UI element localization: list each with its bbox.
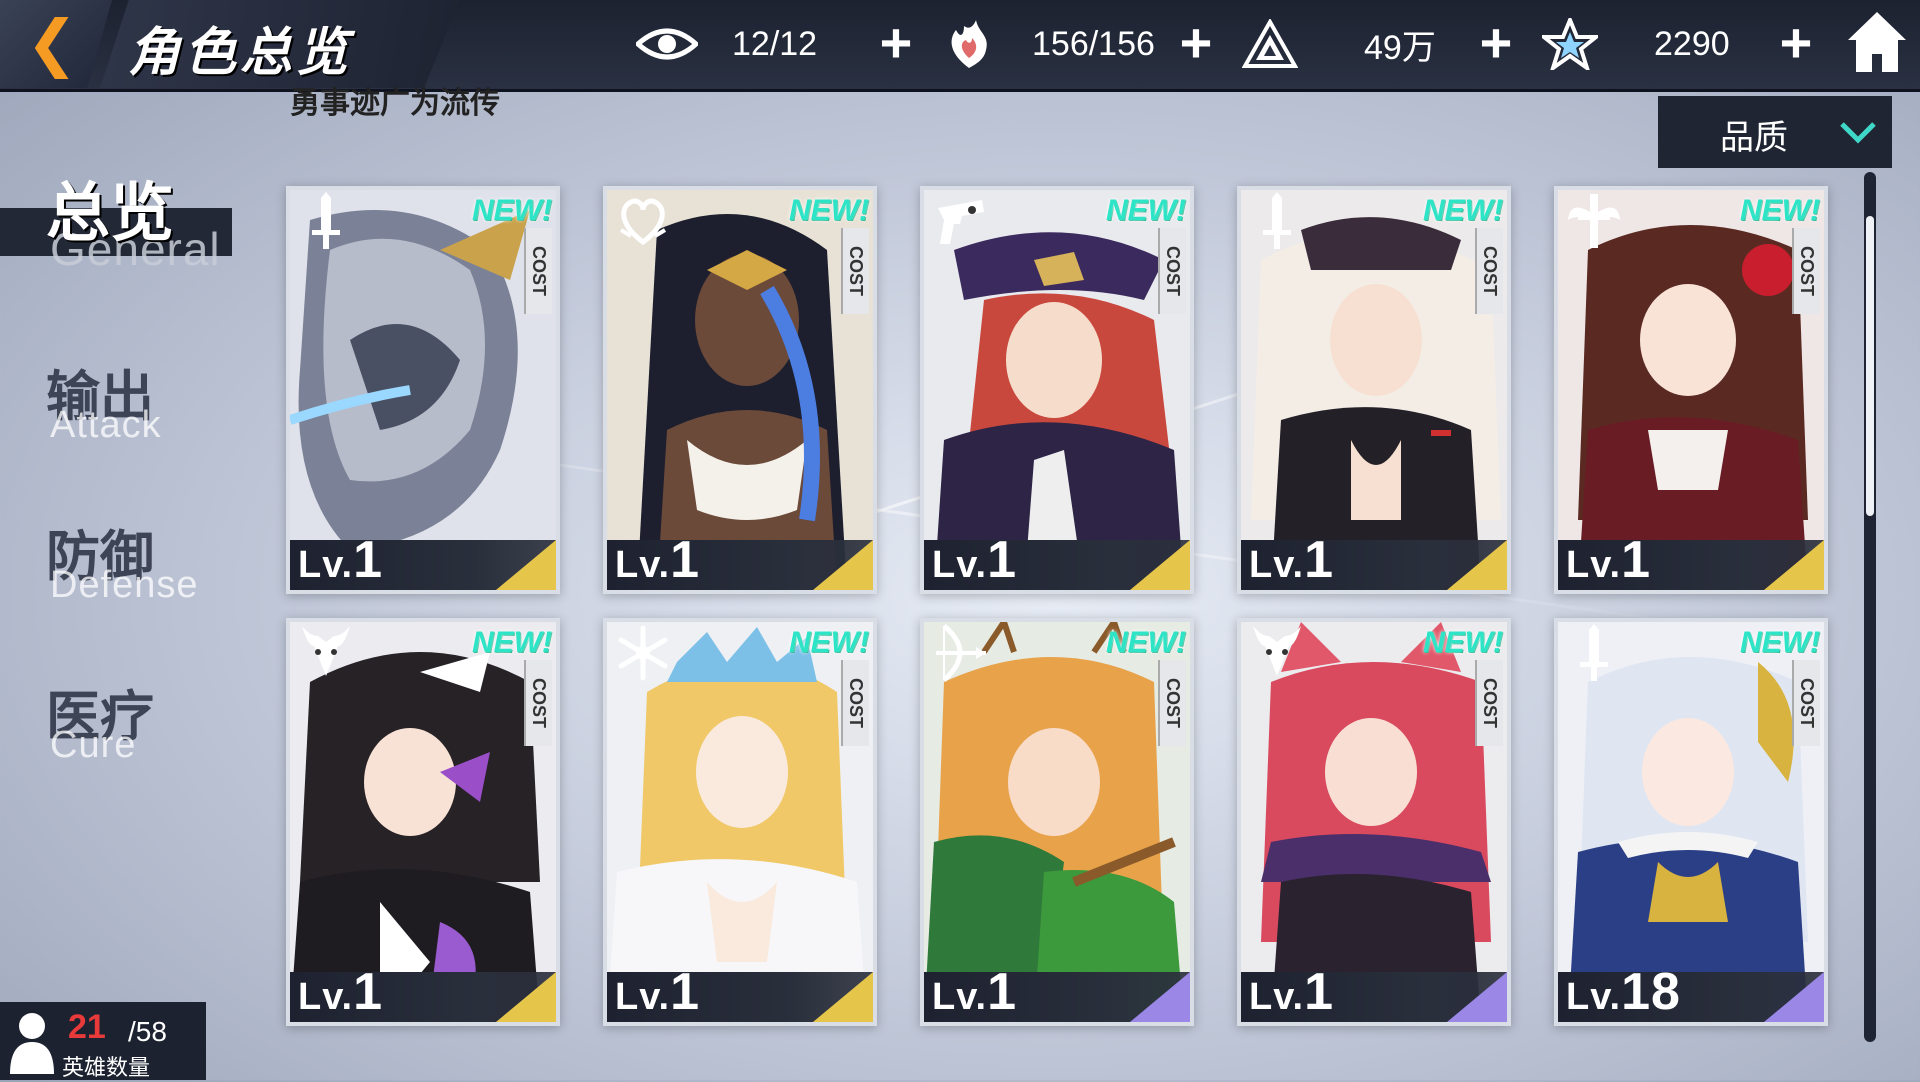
level-label: Lv.1 [298, 531, 384, 589]
resource-gems: 2290 [1542, 14, 1784, 74]
scrollbar-thumb[interactable] [1866, 216, 1874, 516]
hero-card[interactable]: NEW! COST Lv.1 [920, 186, 1194, 594]
level-label: Lv.1 [615, 963, 701, 1021]
tab-label-en: Defense [50, 564, 199, 606]
new-badge: NEW! [789, 194, 869, 227]
new-badge: NEW! [789, 626, 869, 659]
tab-attack[interactable]: 输出 Attack [0, 352, 270, 472]
new-badge: NEW! [1423, 626, 1503, 659]
sword-icon [1249, 190, 1305, 252]
snowflake-icon [615, 622, 671, 684]
level-label: Lv.18 [1566, 963, 1681, 1021]
rarity-marker [1447, 540, 1507, 590]
hero-card[interactable]: NEW! COST Lv.1 [1237, 618, 1511, 1026]
eye-icon [636, 28, 698, 60]
horned-mask-icon [298, 622, 354, 684]
tab-cure[interactable]: 医疗 Cure [0, 672, 270, 792]
top-bar: ❮ 角色总览 12/12 + 156/156 + 49万 + 2290 + [0, 0, 1920, 92]
rarity-marker [1764, 540, 1824, 590]
chevron-down-icon [1840, 122, 1876, 144]
level-label: Lv.1 [1566, 531, 1652, 589]
cost-label: COST [1792, 228, 1820, 314]
cost-label: COST [1792, 660, 1820, 746]
new-badge: NEW! [472, 194, 552, 227]
cost-label: COST [841, 660, 869, 746]
new-badge: NEW! [1423, 194, 1503, 227]
level-label: Lv.1 [615, 531, 701, 589]
hero-card[interactable]: NEW! COST Lv.1 [920, 618, 1194, 1026]
resource-value: 156/156 [1032, 24, 1155, 63]
pistol-icon [932, 190, 988, 252]
resource-energy: 156/156 [946, 14, 1162, 74]
add-gems-button[interactable]: + [1770, 15, 1822, 71]
cost-label: COST [524, 660, 552, 746]
sort-quality-dropdown[interactable]: 品质 [1658, 96, 1892, 168]
rarity-marker [1764, 972, 1824, 1022]
home-icon[interactable] [1846, 10, 1908, 76]
hero-card[interactable]: NEW! COST Lv.1 [1554, 186, 1828, 594]
new-badge: NEW! [1740, 194, 1820, 227]
new-badge: NEW! [1106, 194, 1186, 227]
rarity-marker [496, 540, 556, 590]
cost-label: COST [1475, 228, 1503, 314]
cost-label: COST [841, 228, 869, 314]
rarity-marker [1130, 540, 1190, 590]
tab-label-en: Cure [50, 724, 137, 766]
hero-card[interactable]: NEW! COST Lv.1 [286, 186, 560, 594]
rarity-marker [1447, 972, 1507, 1022]
hero-card[interactable]: NEW! COST Lv.1 [603, 186, 877, 594]
level-label: Lv.1 [298, 963, 384, 1021]
new-badge: NEW! [472, 626, 552, 659]
heart-crest-icon [615, 190, 671, 252]
back-button[interactable]: ❮ [0, 0, 112, 88]
tab-label-en: Attack [50, 404, 162, 446]
sword-icon [298, 190, 354, 252]
sword-icon [1566, 622, 1622, 684]
new-badge: NEW! [1106, 626, 1186, 659]
resource-stamina: 12/12 [636, 14, 862, 74]
add-energy-button[interactable]: + [1170, 15, 1222, 71]
triangle-emblem-icon [1242, 19, 1298, 68]
page-subtitle: 勇事迹广为流传 [290, 87, 500, 120]
add-gold-button[interactable]: + [1470, 15, 1522, 71]
cost-label: COST [1158, 660, 1186, 746]
hero-count-max: /58 [128, 1016, 167, 1047]
resource-value: 12/12 [732, 24, 818, 63]
level-label: Lv.1 [1249, 963, 1335, 1021]
back-arrow-icon: ❮ [26, 9, 78, 78]
star-crystal-icon [1542, 18, 1598, 70]
tab-general[interactable]: 总览 General [0, 170, 270, 290]
hero-count-current: 21 [68, 1008, 106, 1046]
hero-count-panel: 21 /58 英雄数量 [0, 1002, 206, 1080]
cost-label: COST [524, 228, 552, 314]
hero-card[interactable]: NEW! COST Lv.1 [1237, 186, 1511, 594]
winged-cross-icon [1566, 190, 1622, 252]
dropdown-label: 品质 [1720, 119, 1788, 157]
hero-card[interactable]: NEW! COST Lv.1 [603, 618, 877, 1026]
level-label: Lv.1 [932, 963, 1018, 1021]
rarity-marker [1130, 972, 1190, 1022]
hero-card[interactable]: NEW! COST Lv.1 [286, 618, 560, 1026]
person-icon [10, 1013, 54, 1074]
page-title: 角色总览 [128, 22, 353, 83]
hero-card[interactable]: NEW! COST Lv.18 [1554, 618, 1828, 1026]
bow-icon [932, 622, 988, 684]
resource-value: 2290 [1654, 24, 1730, 63]
horned-mask-icon [1249, 622, 1305, 684]
add-stamina-button[interactable]: + [870, 15, 922, 71]
new-badge: NEW! [1740, 626, 1820, 659]
tab-defense[interactable]: 防御 Defense [0, 512, 270, 632]
rarity-marker [813, 972, 873, 1022]
rarity-marker [813, 540, 873, 590]
rarity-marker [496, 972, 556, 1022]
heart-flame-icon [951, 20, 987, 68]
resource-gold: 49万 [1242, 14, 1494, 74]
cost-label: COST [1158, 228, 1186, 314]
level-label: Lv.1 [932, 531, 1018, 589]
tab-label-cn: 总览 [46, 177, 174, 249]
level-label: Lv.1 [1249, 531, 1335, 589]
hero-count-label: 英雄数量 [62, 1055, 151, 1080]
cost-label: COST [1475, 660, 1503, 746]
